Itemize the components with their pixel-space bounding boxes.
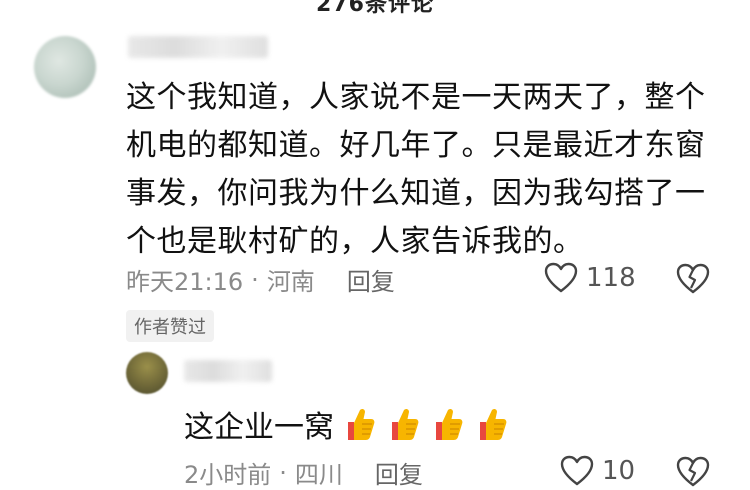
- reply-text: 这企业一窝: [184, 410, 334, 445]
- reply-button[interactable]: 回复: [347, 262, 395, 297]
- heart-icon: [560, 455, 594, 486]
- thumbs-up-icon: [480, 408, 507, 440]
- broken-heart-icon[interactable]: [676, 456, 710, 488]
- reply-username-blurred[interactable]: [184, 360, 272, 382]
- like-button[interactable]: 118: [544, 262, 636, 294]
- like-count: 118: [586, 263, 636, 293]
- thumbs-up-icon: [436, 408, 463, 440]
- avatar[interactable]: [34, 36, 96, 98]
- thumbs-up-icon: [348, 408, 375, 440]
- author-liked-badge: 作者赞过: [126, 310, 214, 342]
- meta-separator: ·: [251, 265, 259, 294]
- username-blurred[interactable]: [128, 36, 268, 58]
- broken-heart-icon[interactable]: [676, 263, 710, 295]
- reply-like-button[interactable]: 10: [560, 455, 635, 487]
- reply-content: 这企业一窝: [184, 402, 510, 446]
- comment-text: 这个我知道，人家说不是一天两天了，整个机电的都知道。好几年了。只是最近才东窗事发…: [126, 80, 706, 259]
- reply-avatar[interactable]: [126, 352, 168, 394]
- comment-location: 河南: [266, 268, 315, 296]
- comment-time: 昨天21:16: [126, 268, 244, 296]
- comment-meta: 昨天21:16 · 河南 回复: [126, 262, 395, 297]
- heart-icon: [544, 262, 578, 293]
- thumbs-up-icon: [392, 408, 419, 440]
- comments-count-title: 276条评论: [316, 0, 434, 17]
- reply-like-count: 10: [602, 456, 636, 486]
- meta-separator: ·: [279, 458, 287, 487]
